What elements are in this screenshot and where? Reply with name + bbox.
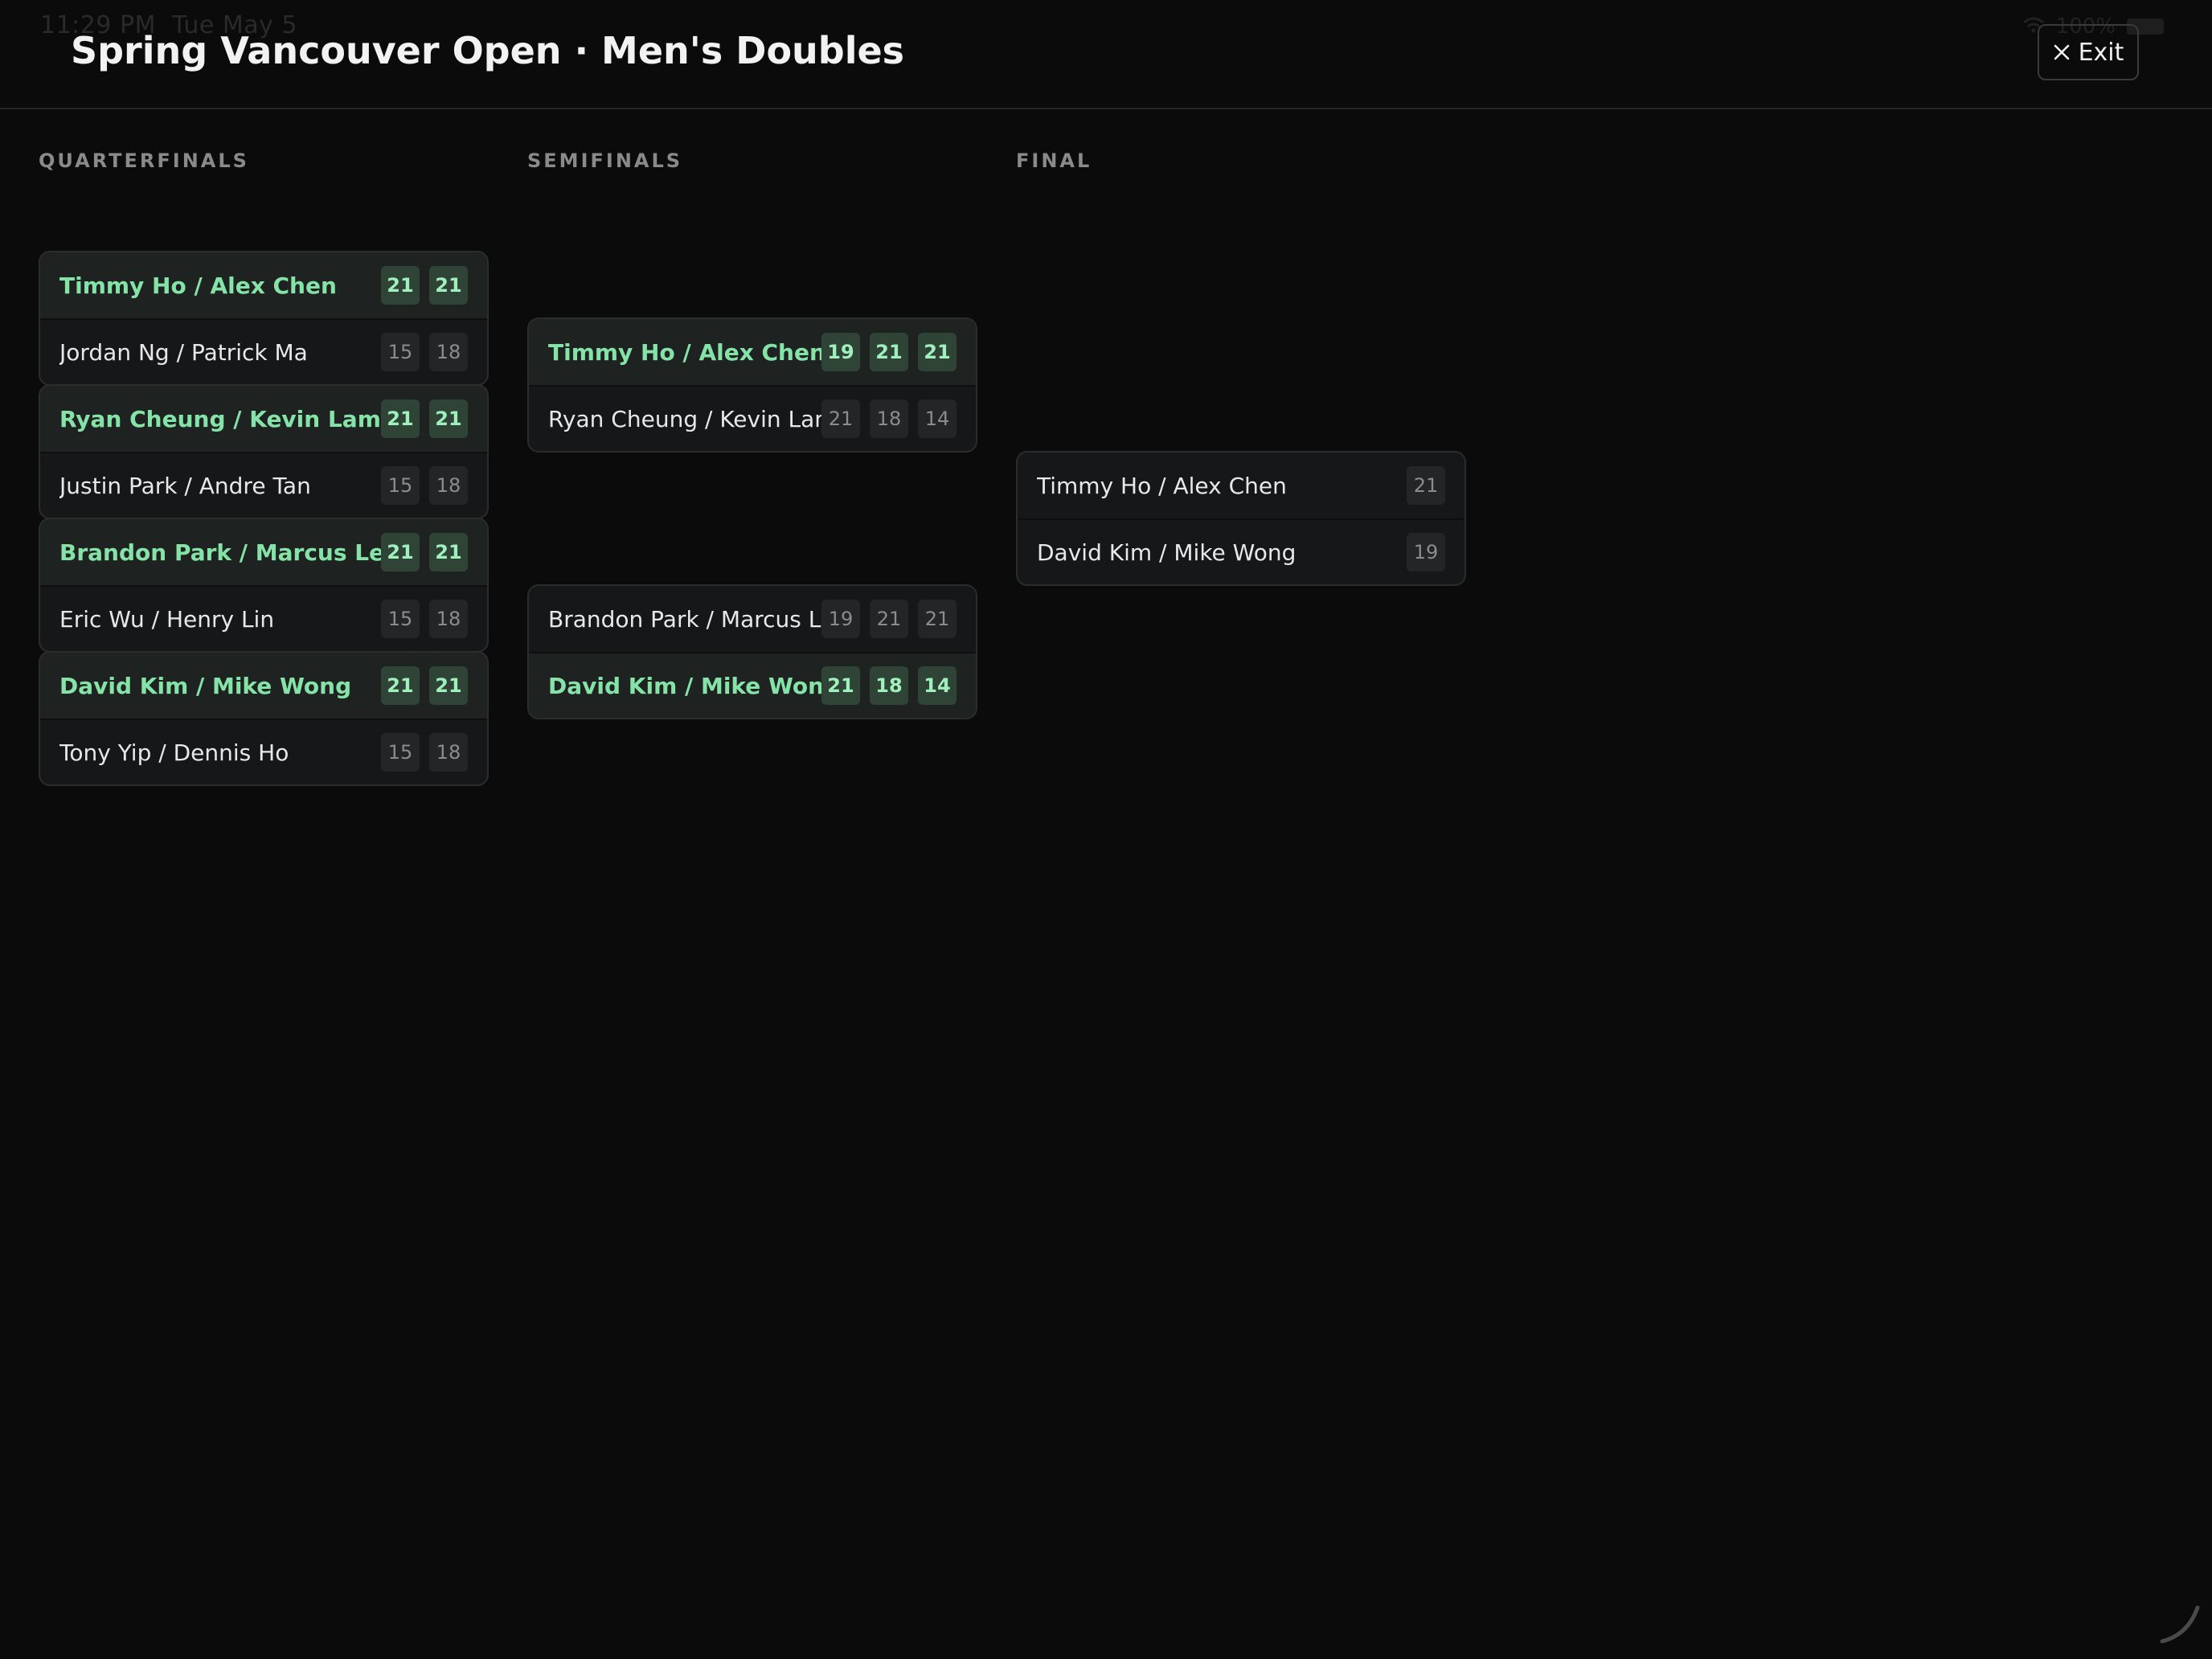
game-score: 15 — [381, 600, 420, 638]
game-scores: 15 18 — [381, 733, 468, 772]
team-row: Eric Wu / Henry Lin 15 18 — [40, 585, 487, 651]
team-row: Brandon Park / Marcus Lee 19 21 21 — [529, 586, 976, 652]
game-score: 21 — [870, 600, 908, 638]
team-name: Brandon Park / Marcus Lee — [59, 539, 381, 566]
team-row-winner: Timmy Ho / Alex Chen 19 21 21 — [529, 319, 976, 385]
game-score: 21 — [918, 600, 956, 638]
game-scores: 21 21 — [381, 666, 468, 705]
game-score: 21 — [429, 399, 468, 438]
game-scores: 21 18 14 — [821, 399, 956, 438]
round-label-quarterfinals: QUARTERFINALS — [39, 150, 249, 172]
team-row-winner: Ryan Cheung / Kevin Lam 21 21 — [40, 386, 487, 452]
exit-button[interactable]: Exit — [2038, 24, 2139, 80]
team-name: Eric Wu / Henry Lin — [59, 605, 275, 633]
game-score: 15 — [381, 733, 420, 772]
team-name: Ryan Cheung / Kevin Lam — [59, 405, 381, 432]
team-row: Ryan Cheung / Kevin Lam 21 18 14 — [529, 385, 976, 451]
match-card[interactable]: Ryan Cheung / Kevin Lam 21 21 Justin Park /… — [39, 384, 489, 519]
match-card[interactable]: Timmy Ho / Alex Chen 21 David Kim / Mike W… — [1016, 451, 1466, 586]
game-scores: 19 — [1407, 533, 1445, 571]
team-name: Justin Park / Andre Tan — [59, 472, 311, 499]
game-scores: 21 21 — [381, 533, 468, 571]
game-score: 21 — [429, 666, 468, 705]
match-card[interactable]: Timmy Ho / Alex Chen 21 21 Jordan Ng / Patr… — [39, 251, 489, 386]
match-card[interactable]: Brandon Park / Marcus Lee 19 21 21 David Kim… — [527, 584, 977, 719]
game-score: 18 — [429, 333, 468, 371]
round-label-final: FINAL — [1016, 150, 1092, 172]
game-score: 21 — [1407, 466, 1445, 505]
game-score: 18 — [429, 600, 468, 638]
game-scores: 15 18 — [381, 600, 468, 638]
team-name: David Kim / Mike Wong — [548, 672, 821, 699]
page-title: Spring Vancouver Open · Men's Doubles — [71, 29, 905, 72]
game-score: 18 — [870, 666, 908, 705]
game-scores: 15 18 — [381, 333, 468, 371]
team-row: Timmy Ho / Alex Chen 21 — [1018, 453, 1464, 518]
game-score: 21 — [429, 266, 468, 305]
game-score: 15 — [381, 333, 420, 371]
match-card[interactable]: David Kim / Mike Wong 21 21 Tony Yip / Denn… — [39, 651, 489, 786]
team-row: Jordan Ng / Patrick Ma 15 18 — [40, 318, 487, 384]
game-score: 19 — [821, 333, 860, 371]
team-row-winner: Brandon Park / Marcus Lee 21 21 — [40, 519, 487, 585]
team-name: Timmy Ho / Alex Chen — [59, 272, 337, 299]
close-icon — [2053, 43, 2071, 61]
game-score: 15 — [381, 466, 420, 505]
game-score: 21 — [381, 266, 420, 305]
game-scores: 21 21 — [381, 266, 468, 305]
team-name: Jordan Ng / Patrick Ma — [59, 338, 308, 366]
team-row: Tony Yip / Dennis Ho 15 18 — [40, 719, 487, 784]
game-scores: 15 18 — [381, 466, 468, 505]
game-score: 21 — [429, 533, 468, 571]
team-name: David Kim / Mike Wong — [1037, 539, 1296, 566]
game-scores: 19 21 21 — [821, 600, 956, 638]
game-scores: 19 21 21 — [821, 333, 956, 371]
game-score: 19 — [821, 600, 860, 638]
game-score: 14 — [918, 666, 956, 705]
game-score: 21 — [821, 666, 860, 705]
game-score: 21 — [381, 533, 420, 571]
header: Spring Vancouver Open · Men's Doubles Ex… — [0, 0, 2212, 109]
game-score: 18 — [429, 466, 468, 505]
team-row: Justin Park / Andre Tan 15 18 — [40, 452, 487, 518]
match-card[interactable]: Brandon Park / Marcus Lee 21 21 Eric Wu / H… — [39, 518, 489, 653]
game-score: 18 — [870, 399, 908, 438]
game-score: 21 — [381, 666, 420, 705]
game-score: 18 — [429, 733, 468, 772]
game-score: 14 — [918, 399, 956, 438]
team-name: David Kim / Mike Wong — [59, 672, 352, 699]
team-row-winner: Timmy Ho / Alex Chen 21 21 — [40, 252, 487, 318]
team-name: Ryan Cheung / Kevin Lam — [548, 405, 821, 432]
game-score: 21 — [381, 399, 420, 438]
game-scores: 21 18 14 — [821, 666, 956, 705]
game-score: 21 — [821, 399, 860, 438]
game-scores: 21 21 — [381, 399, 468, 438]
team-name: Brandon Park / Marcus Lee — [548, 605, 821, 633]
exit-label: Exit — [2078, 38, 2124, 67]
game-score: 21 — [870, 333, 908, 371]
team-name: Timmy Ho / Alex Chen — [548, 338, 821, 366]
round-label-semifinals: SEMIFINALS — [527, 150, 683, 172]
game-score: 21 — [918, 333, 956, 371]
game-score: 19 — [1407, 533, 1445, 571]
team-row-winner: David Kim / Mike Wong 21 18 14 — [529, 652, 976, 718]
game-scores: 21 — [1407, 466, 1445, 505]
match-card[interactable]: Timmy Ho / Alex Chen 19 21 21 Ryan Cheung / … — [527, 317, 977, 453]
corner-gesture-indicator — [2156, 1600, 2204, 1651]
team-name: Tony Yip / Dennis Ho — [59, 739, 289, 766]
team-row-winner: David Kim / Mike Wong 21 21 — [40, 653, 487, 719]
team-row: David Kim / Mike Wong 19 — [1018, 518, 1464, 584]
team-name: Timmy Ho / Alex Chen — [1037, 472, 1287, 499]
